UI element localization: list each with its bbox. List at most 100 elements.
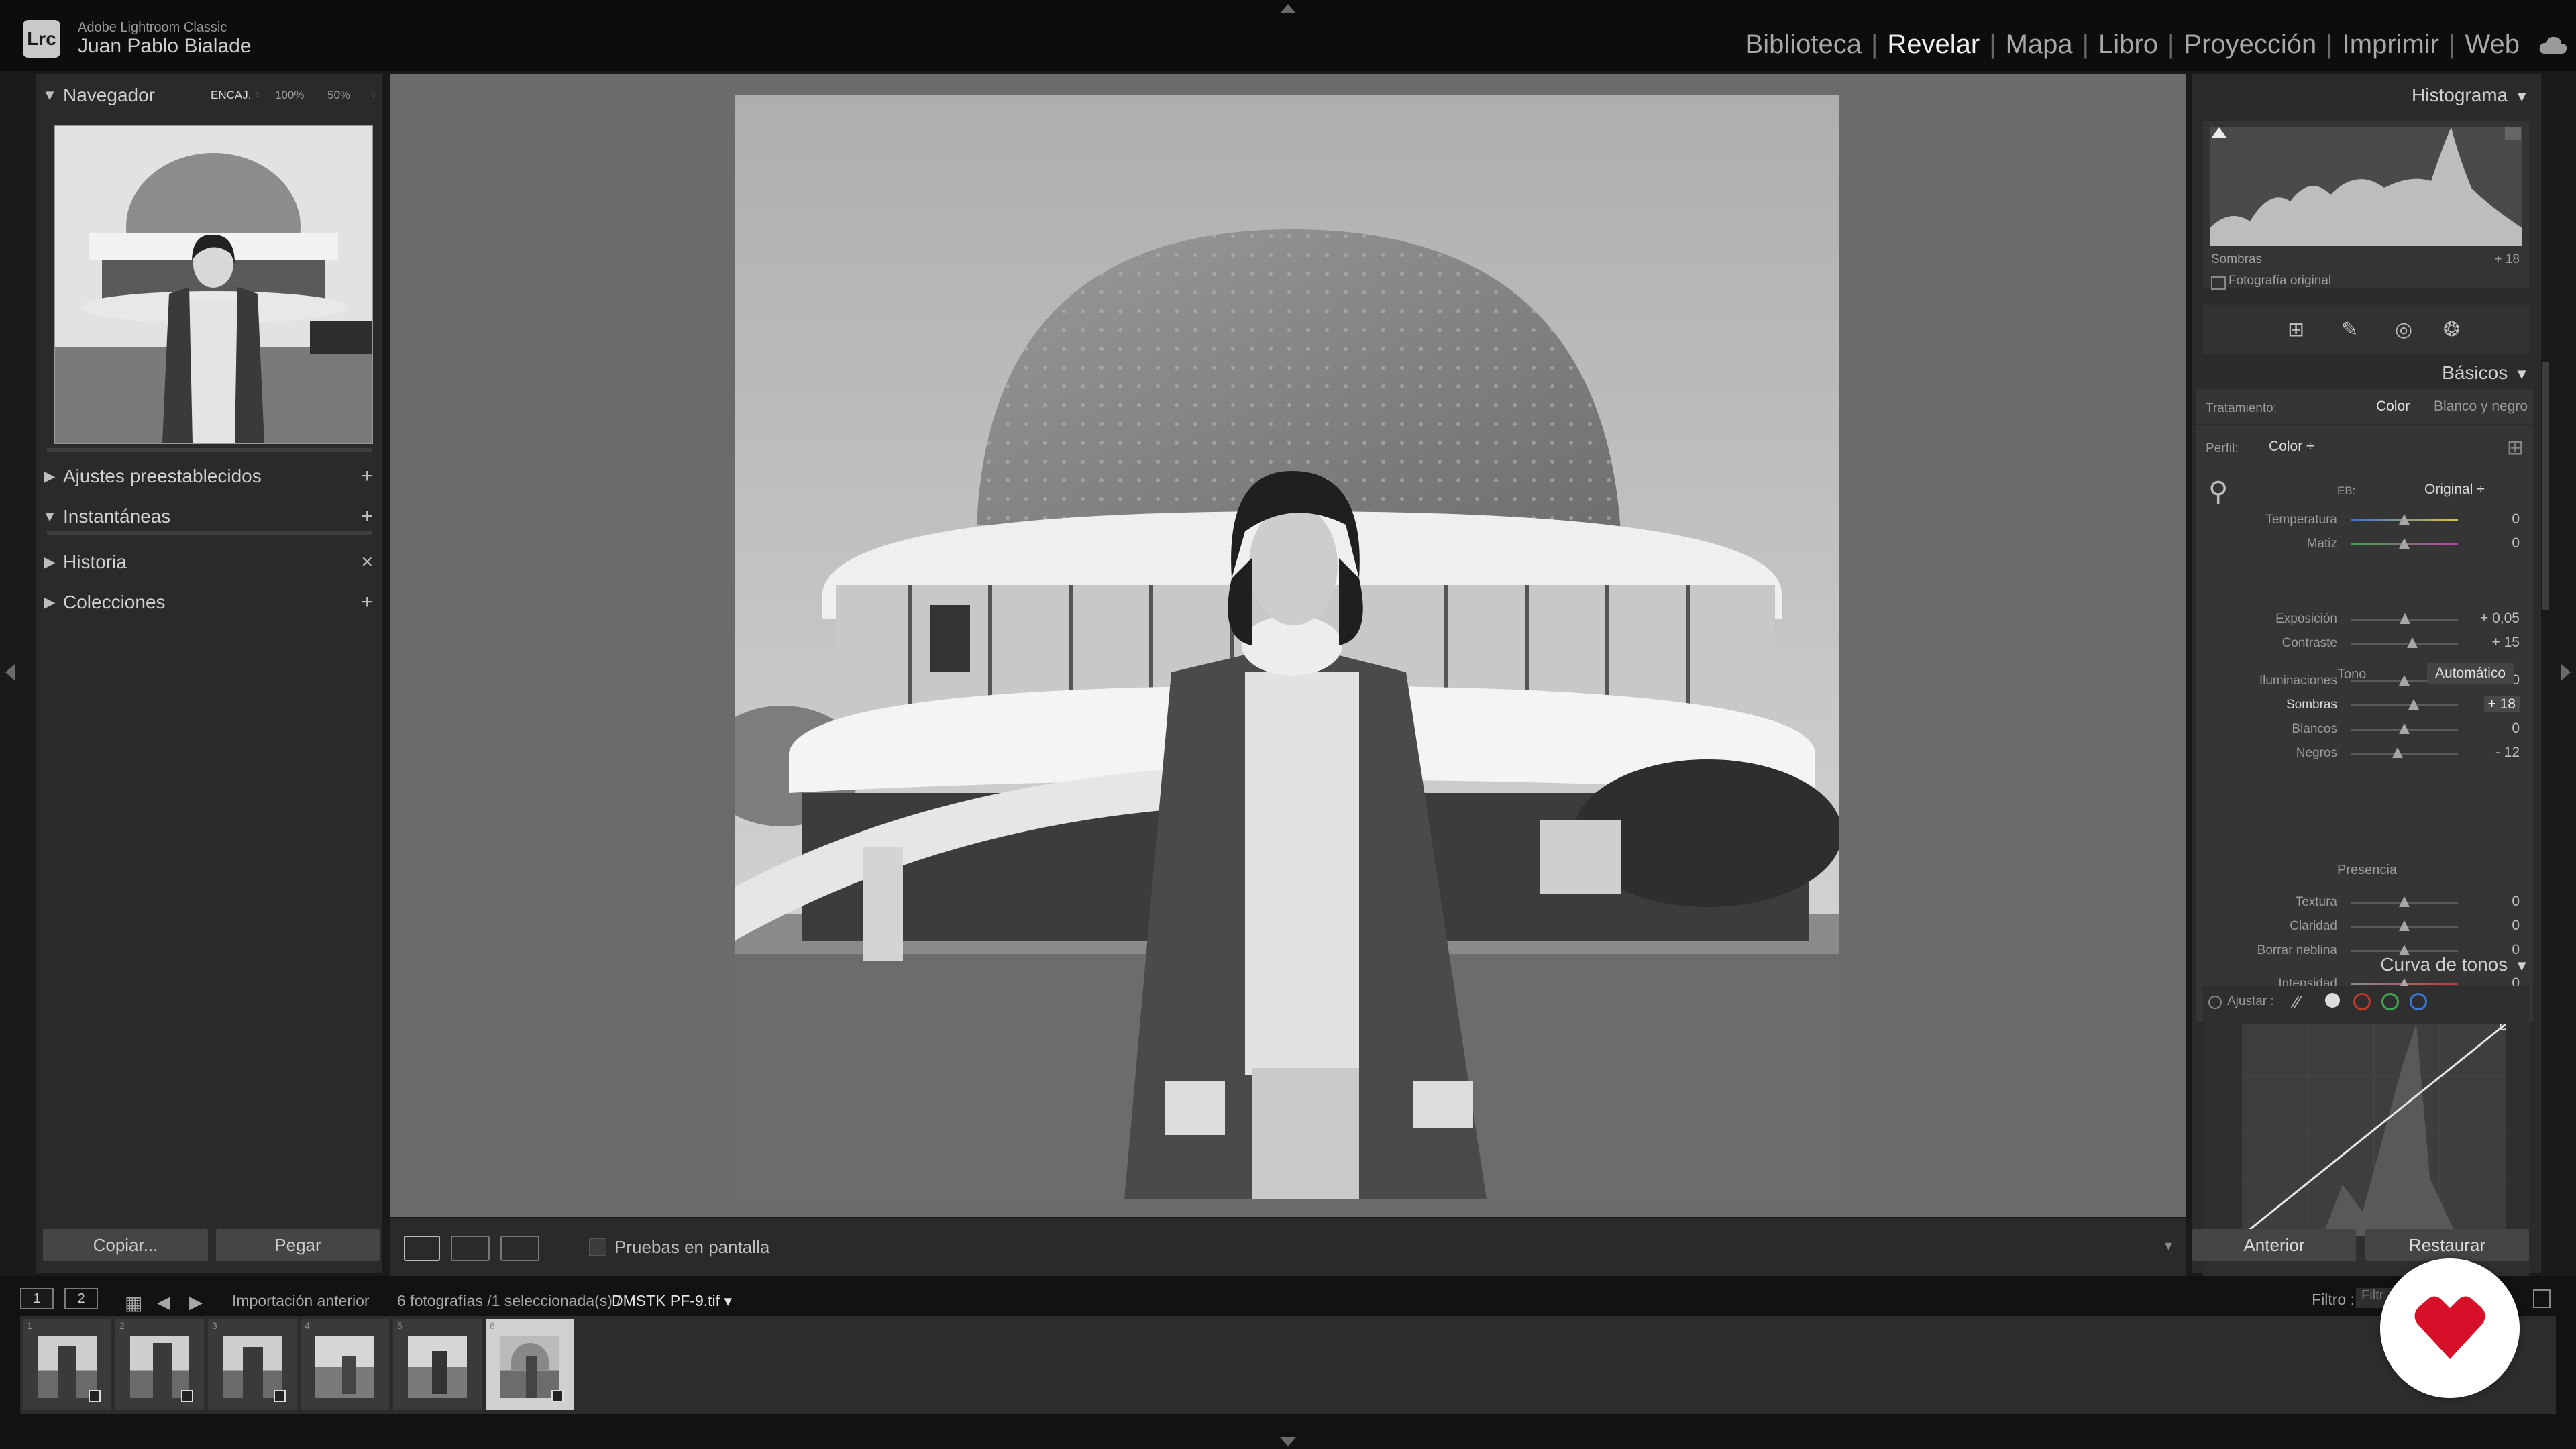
- slider-track[interactable]: [2351, 643, 2458, 645]
- slider-value[interactable]: + 18: [2483, 696, 2520, 712]
- filmstrip-thumbnail[interactable]: 3: [208, 1319, 297, 1410]
- filmstrip-thumbnail-selected[interactable]: 6: [486, 1319, 574, 1410]
- slider-value[interactable]: 0: [2512, 535, 2520, 551]
- back-arrow-icon[interactable]: ◀: [157, 1292, 170, 1313]
- right-panel-toggle-icon[interactable]: [2561, 664, 2571, 680]
- tone-curve-header[interactable]: Curva de tonos ▼: [2380, 954, 2529, 975]
- slider-value[interactable]: 0: [2512, 894, 2520, 910]
- presets-header[interactable]: ▶ Ajustes preestablecidos +: [36, 459, 382, 494]
- module-libro[interactable]: Libro: [2089, 30, 2167, 60]
- module-biblioteca[interactable]: Biblioteca: [1736, 30, 1871, 60]
- module-web[interactable]: Web: [2455, 30, 2529, 60]
- slider-value[interactable]: 0: [2512, 720, 2520, 737]
- zoom-50-option[interactable]: 50%: [327, 89, 350, 102]
- slider-value[interactable]: - 12: [2496, 745, 2520, 761]
- before-after-view-icon[interactable]: [451, 1236, 490, 1261]
- before-after-split-icon[interactable]: [500, 1236, 539, 1261]
- zoom-more-option[interactable]: ÷: [370, 89, 376, 102]
- filmstrip-thumbnail[interactable]: 2: [115, 1319, 204, 1410]
- snapshots-header[interactable]: ▼ Instantáneas +: [36, 499, 382, 534]
- module-proyeccion[interactable]: Proyección: [2174, 30, 2326, 60]
- filmstrip-source[interactable]: Importación anterior: [232, 1292, 370, 1310]
- zoom-100-option[interactable]: 100%: [275, 89, 304, 102]
- secondary-display-button[interactable]: 2: [64, 1288, 98, 1309]
- filmstrip-thumbnail[interactable]: 5: [393, 1319, 482, 1410]
- slider-negros[interactable]: Negros - 12: [2196, 742, 2533, 765]
- slider-thumb[interactable]: [2399, 514, 2410, 525]
- add-snapshot-icon[interactable]: +: [361, 505, 373, 528]
- slider-sombras[interactable]: Sombras + 18: [2196, 694, 2533, 716]
- slider-contraste[interactable]: Contraste + 15: [2196, 632, 2533, 655]
- filmstrip-thumbnail[interactable]: 4: [301, 1319, 389, 1410]
- blue-channel-icon[interactable]: [2410, 993, 2427, 1010]
- slider-thumb[interactable]: [2399, 675, 2410, 686]
- crop-tool-icon[interactable]: ⊞: [2288, 318, 2304, 341]
- profile-dropdown[interactable]: Color ÷: [2269, 439, 2314, 455]
- treatment-color-option[interactable]: Color: [2376, 398, 2410, 415]
- previous-settings-button[interactable]: Anterior: [2192, 1229, 2356, 1261]
- slider-thumb[interactable]: [2399, 538, 2410, 549]
- healing-tool-icon[interactable]: ✎: [2341, 318, 2358, 341]
- green-channel-icon[interactable]: [2381, 993, 2399, 1010]
- left-panel-toggle-icon[interactable]: [5, 664, 15, 680]
- collections-header[interactable]: ▶ Colecciones +: [36, 585, 382, 620]
- filmstrip-filename[interactable]: DMSTK PF-9.tif ▾: [612, 1292, 732, 1310]
- grid-view-icon[interactable]: ▦: [125, 1292, 142, 1314]
- module-revelar[interactable]: Revelar: [1878, 30, 1989, 60]
- toolbar-dropdown-icon[interactable]: ▾: [2165, 1237, 2172, 1254]
- navigator-preview[interactable]: [54, 125, 373, 444]
- filter-lock-icon[interactable]: [2533, 1289, 2551, 1308]
- target-adjust-icon[interactable]: [2208, 996, 2222, 1009]
- module-imprimir[interactable]: Imprimir: [2333, 30, 2449, 60]
- red-channel-icon[interactable]: [2353, 993, 2371, 1010]
- slider-thumb[interactable]: [2399, 896, 2410, 907]
- history-header[interactable]: ▶ Historia ×: [36, 545, 382, 580]
- slider-value[interactable]: + 15: [2492, 635, 2520, 651]
- slider-value[interactable]: 0: [2512, 511, 2520, 527]
- slider-value[interactable]: + 0,05: [2480, 610, 2520, 627]
- slider-thumb[interactable]: [2408, 699, 2420, 710]
- module-mapa[interactable]: Mapa: [1996, 30, 2082, 60]
- red-eye-tool-icon[interactable]: ◎: [2395, 318, 2412, 341]
- point-curve-white-icon[interactable]: [2325, 993, 2340, 1008]
- slider-track[interactable]: [2351, 753, 2458, 755]
- highlight-clipping-icon[interactable]: [2505, 127, 2521, 140]
- treatment-bw-option[interactable]: Blanco y negro: [2434, 398, 2528, 415]
- original-photo-checkbox[interactable]: [2211, 276, 2226, 290]
- slider-thumb[interactable]: [2399, 723, 2410, 734]
- copy-settings-button[interactable]: Copiar...: [43, 1229, 208, 1261]
- auto-tone-button[interactable]: Automático: [2427, 663, 2514, 684]
- slider-blancos[interactable]: Blancos 0: [2196, 718, 2533, 741]
- right-panel-scrollbar[interactable]: [2542, 362, 2549, 610]
- top-panel-toggle-icon[interactable]: [1280, 4, 1296, 13]
- forward-arrow-icon[interactable]: ▶: [189, 1292, 203, 1313]
- slider-thumb[interactable]: [2392, 747, 2404, 758]
- bottom-panel-toggle-icon[interactable]: [1280, 1437, 1296, 1446]
- histogram[interactable]: Sombras + 18 Fotografía original: [2203, 121, 2529, 290]
- profile-browser-icon[interactable]: ⊞: [2507, 436, 2524, 460]
- paste-settings-button[interactable]: Pegar: [216, 1229, 380, 1261]
- masking-tool-icon[interactable]: ❂: [2443, 318, 2460, 341]
- slider-thumb[interactable]: [2399, 613, 2410, 624]
- primary-display-button[interactable]: 1: [20, 1288, 54, 1309]
- histogram-header[interactable]: Histograma ▼: [2412, 85, 2529, 106]
- loupe-view-icon[interactable]: [404, 1236, 440, 1261]
- shadow-clipping-icon[interactable]: [2211, 127, 2227, 138]
- reset-button[interactable]: Restaurar: [2365, 1229, 2529, 1261]
- slider-temperatura[interactable]: Temperatura 0: [2196, 508, 2533, 531]
- slider-claridad[interactable]: Claridad 0: [2196, 915, 2533, 938]
- soft-proof-checkbox[interactable]: [589, 1238, 606, 1256]
- cloud-icon[interactable]: [2538, 35, 2568, 55]
- zoom-fit-option[interactable]: ENCAJ. ÷: [211, 89, 261, 102]
- add-preset-icon[interactable]: +: [361, 465, 373, 488]
- tone-curve-graph[interactable]: [2242, 1024, 2506, 1236]
- slider-textura[interactable]: Textura 0: [2196, 891, 2533, 914]
- slider-track[interactable]: [2351, 704, 2458, 706]
- filmstrip-thumbnail[interactable]: 1: [23, 1319, 111, 1410]
- add-collection-icon[interactable]: +: [361, 591, 373, 614]
- slider-exposición[interactable]: Exposición + 0,05: [2196, 608, 2533, 631]
- slider-matiz[interactable]: Matiz 0: [2196, 533, 2533, 555]
- main-photo[interactable]: [735, 95, 1839, 1199]
- clear-history-icon[interactable]: ×: [361, 551, 373, 574]
- basics-header[interactable]: Básicos ▼: [2442, 362, 2529, 384]
